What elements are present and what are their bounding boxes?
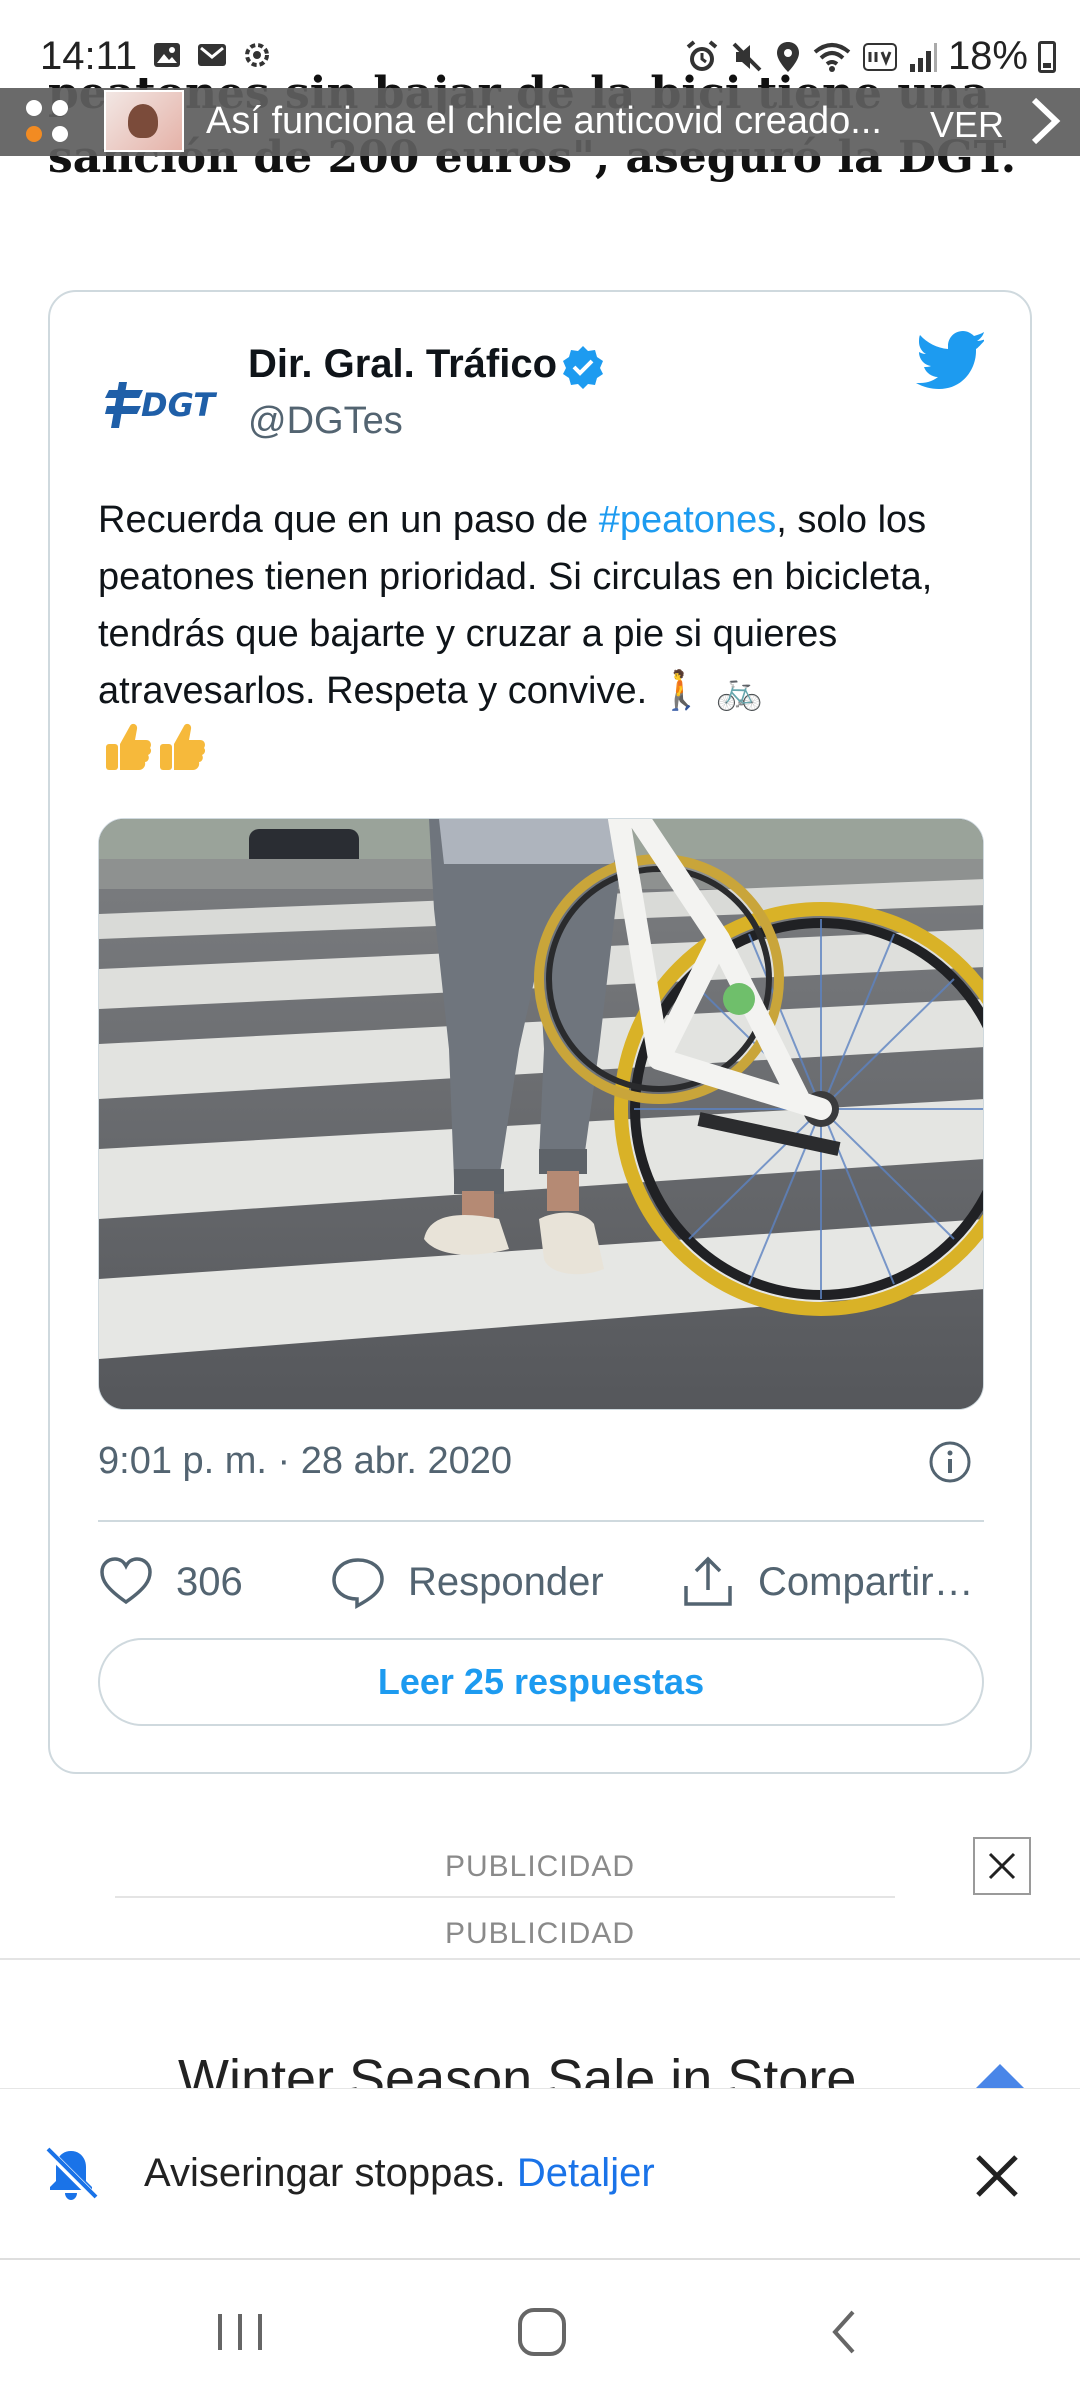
thumbs-up-icon <box>106 723 206 770</box>
share-label: Compartir… <box>758 1559 974 1604</box>
navigation-bar <box>0 2260 1080 2400</box>
alarm-icon <box>686 39 718 71</box>
like-count: 306 <box>176 1559 243 1604</box>
mute-icon <box>732 42 762 71</box>
battery-icon <box>1038 40 1056 73</box>
ad-separator <box>115 1896 895 1898</box>
banner-view-button[interactable]: VER <box>930 104 1004 146</box>
crosswalk-bicycle-photo <box>99 819 983 1409</box>
twitter-bird-icon[interactable] <box>916 330 984 390</box>
settings-icon <box>245 43 269 67</box>
banner-thumbnail <box>104 90 184 152</box>
location-icon <box>776 41 799 72</box>
mail-icon <box>198 44 226 66</box>
notification-text: Aviseringar stoppas. Detaljer <box>144 2151 655 2196</box>
chevron-right-icon[interactable] <box>1024 96 1064 146</box>
notification-bar: Aviseringar stoppas. Detaljer <box>0 2088 1080 2258</box>
reply-label: Responder <box>408 1559 604 1604</box>
notification-close-icon[interactable] <box>972 2151 1022 2201</box>
notification-message: Aviseringar stoppas. <box>144 2151 506 2195</box>
tweet-text-start: Recuerda que en un paso de <box>98 499 599 541</box>
status-left-icons <box>152 40 272 70</box>
tweet-hashtag-link[interactable]: #peatones <box>599 499 777 541</box>
news-banner[interactable]: Así funciona el chicle anticovid creado.… <box>0 88 1080 156</box>
status-right-icons: 18% <box>684 34 1056 79</box>
ad-close-button[interactable] <box>973 1837 1031 1895</box>
back-icon[interactable] <box>815 2302 875 2362</box>
dgt-logo[interactable]: DGT <box>105 372 235 442</box>
like-button[interactable]: 306 <box>98 1554 243 1610</box>
tweet-timestamp[interactable]: 9:01 p. m. · 28 abr. 2020 <box>98 1440 512 1483</box>
signal-icon <box>909 42 937 72</box>
tweet-author-name[interactable]: Dir. Gral. Tráfico <box>248 342 557 387</box>
tweet-photo[interactable] <box>98 818 984 1410</box>
status-bar: 14:11 18% <box>0 0 1080 90</box>
status-time: 14:11 <box>40 34 138 78</box>
tweet-author-handle[interactable]: @DGTes <box>248 400 403 443</box>
tweet-emoji: 🚶 🚲 <box>657 670 763 712</box>
heart-icon <box>100 1557 152 1605</box>
notifications-off-icon <box>43 2146 99 2202</box>
tweet-embed: DGT Dir. Gral. Tráfico @DGTes Recuerda q… <box>48 290 1032 1774</box>
info-icon[interactable] <box>928 1440 972 1484</box>
tweet-divider <box>98 1520 984 1522</box>
ad-label: PUBLICIDAD <box>444 1850 636 1883</box>
wifi-icon <box>813 42 851 72</box>
thumbs-up-emoji <box>98 723 208 785</box>
reply-bubble-icon <box>332 1558 384 1609</box>
ad-label-secondary: PUBLICIDAD <box>444 1917 636 1950</box>
battery-percent: 18% <box>947 34 1028 78</box>
read-replies-button[interactable]: Leer 25 respuestas <box>98 1638 984 1726</box>
verified-badge-icon <box>563 346 603 389</box>
share-icon <box>684 1556 732 1606</box>
tweet-text: Recuerda que en un paso de #peatones, so… <box>98 492 998 793</box>
ad-banner[interactable]: Winter Season Sale in Store <box>0 1958 1080 2088</box>
ad-headline[interactable]: Winter Season Sale in Store <box>178 2048 856 2088</box>
notification-details-link[interactable]: Detaljer <box>517 2151 655 2195</box>
app-menu-icon[interactable] <box>22 94 80 152</box>
dgt-logo-text: DGT <box>141 386 217 424</box>
recent-apps-icon[interactable] <box>210 2302 270 2362</box>
share-button[interactable]: Compartir… <box>680 1554 974 1610</box>
banner-headline[interactable]: Así funciona el chicle anticovid creado.… <box>206 100 906 143</box>
reply-button[interactable]: Responder <box>330 1554 604 1610</box>
home-icon[interactable] <box>512 2302 572 2362</box>
close-icon <box>988 1852 1016 1880</box>
ad-arrow-up-icon[interactable] <box>972 2062 1028 2088</box>
volte-icon <box>862 42 897 71</box>
gallery-icon <box>154 43 180 67</box>
